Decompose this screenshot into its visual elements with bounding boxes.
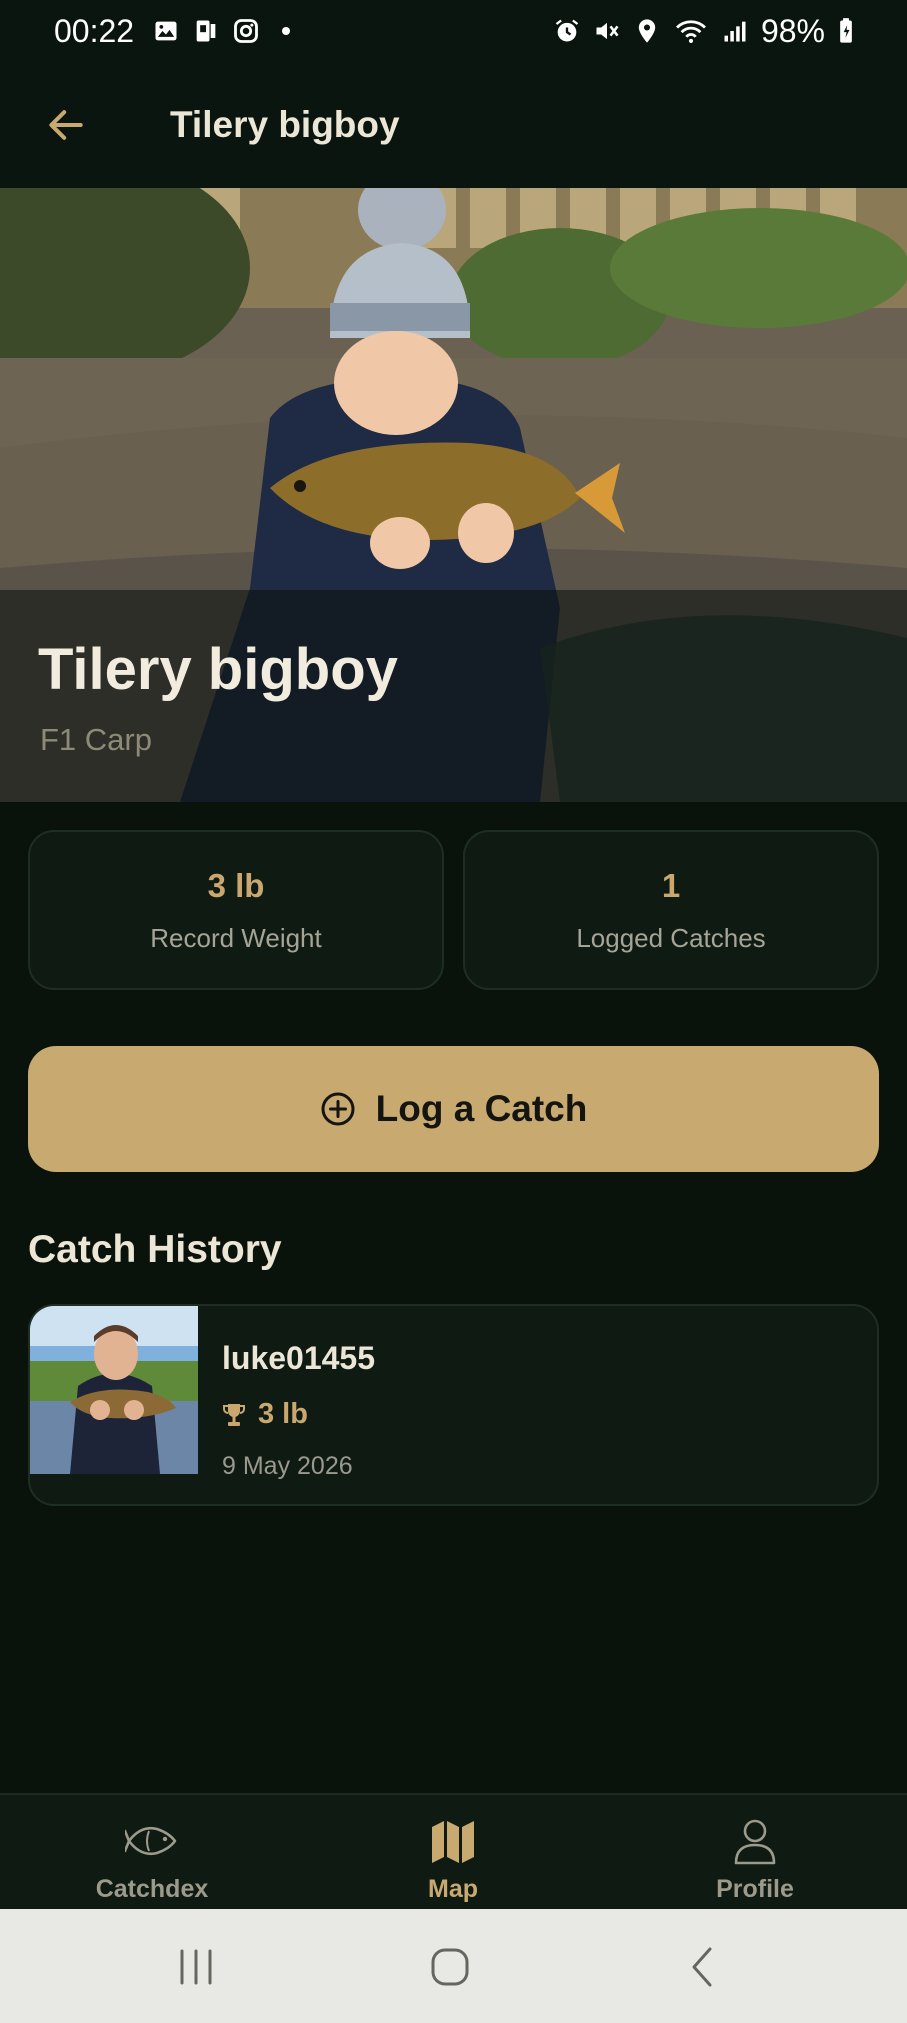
- back-nav-button[interactable]: [682, 1945, 726, 1989]
- arrow-left-icon: [49, 110, 83, 140]
- notification-dot-icon: [282, 27, 291, 35]
- stat-value: 1: [661, 866, 681, 904]
- log-catch-label: Log a Catch: [375, 1088, 588, 1129]
- catch-weight: 3 lb: [258, 1398, 308, 1430]
- alarm-icon: [553, 17, 581, 45]
- hero-image: Tilery bigboy F1 Carp: [0, 188, 907, 802]
- catch-username: luke01455: [222, 1340, 376, 1376]
- bottom-nav: Catchdex Map Profile: [0, 1793, 907, 1909]
- recent-apps-button[interactable]: [174, 1945, 218, 1989]
- battery-icon: [837, 17, 855, 45]
- app-bar: Tilery bigboy: [0, 62, 907, 188]
- trophy-icon: [223, 1403, 245, 1426]
- catch-history-title: Catch History: [28, 1228, 282, 1271]
- chevron-left-icon: [692, 1947, 712, 1987]
- battery-percent: 98%: [760, 12, 825, 49]
- signal-icon: [721, 17, 749, 45]
- nav-map[interactable]: Map: [353, 1817, 553, 1904]
- wifi-icon: [673, 17, 709, 45]
- map-icon: [432, 1821, 474, 1863]
- stat-logged-catches: 1 Logged Catches: [463, 830, 879, 990]
- nav-label: Map: [428, 1875, 478, 1903]
- status-bar-left: 00:22: [54, 12, 291, 50]
- catch-history-item[interactable]: luke01455 3 lb 9 May 2026: [28, 1304, 879, 1506]
- fish-species: F1 Carp: [40, 722, 152, 757]
- image-icon: [152, 17, 180, 45]
- home-icon: [431, 1948, 469, 1986]
- nav-catchdex[interactable]: Catchdex: [52, 1817, 252, 1904]
- sim-icon: [192, 17, 220, 45]
- home-button[interactable]: [428, 1945, 472, 1989]
- back-button[interactable]: [36, 95, 96, 155]
- log-catch-button[interactable]: Log a Catch: [28, 1046, 879, 1172]
- page-title: Tilery bigboy: [170, 104, 400, 145]
- nav-label: Catchdex: [95, 1875, 209, 1903]
- system-nav-bar: [0, 1909, 907, 2023]
- catch-photo: [30, 1306, 198, 1474]
- instagram-icon: [232, 17, 260, 45]
- stat-record-weight: 3 lb Record Weight: [28, 830, 444, 990]
- nav-label: Profile: [716, 1875, 794, 1903]
- nav-profile[interactable]: Profile: [655, 1817, 855, 1904]
- location-icon: [633, 17, 661, 45]
- status-bar: 00:22 98%: [0, 0, 907, 62]
- stat-value: 3 lb: [207, 866, 265, 904]
- catch-date: 9 May 2026: [222, 1452, 353, 1480]
- stat-label: Record Weight: [150, 922, 322, 953]
- status-bar-right: 98%: [553, 13, 855, 50]
- mute-icon: [593, 17, 621, 45]
- plus-circle-icon: [321, 1092, 355, 1126]
- catch-weight-row: 3 lb: [222, 1398, 308, 1431]
- person-icon: [734, 1819, 776, 1865]
- fish-icon: [125, 1826, 177, 1856]
- stat-label: Logged Catches: [576, 922, 766, 953]
- recent-apps-icon: [180, 1949, 212, 1985]
- status-time: 00:22: [54, 12, 135, 49]
- fish-name: Tilery bigboy: [38, 637, 398, 702]
